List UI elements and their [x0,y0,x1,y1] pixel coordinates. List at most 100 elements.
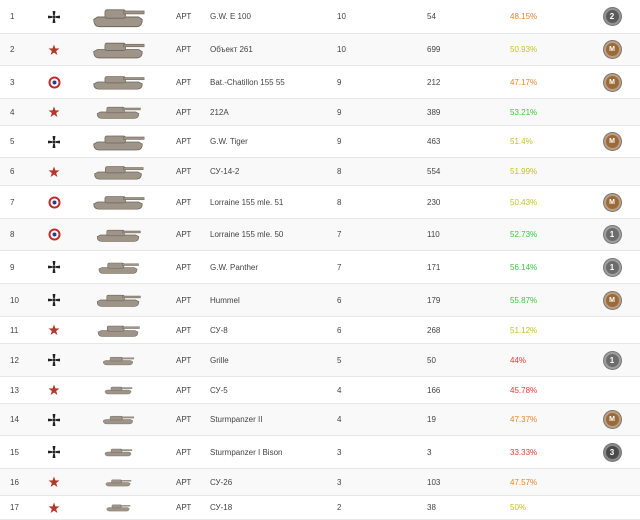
vehicle-tier: 6 [337,295,342,305]
medal-cell: 1 [602,219,622,250]
vehicle-tier: 7 [337,262,342,272]
tank-icon [90,186,146,218]
tank-icon [90,496,146,519]
vehicle-tier: 4 [337,415,342,424]
win-rate: 51.12% [510,325,538,335]
table-row[interactable]: 6 АРТ СУ-14-2 8 554 51.99% [0,158,640,186]
class-medal-icon: 2 [603,8,621,25]
vehicle-name: СУ-14-2 [210,167,240,176]
battles-count: 554 [427,167,441,176]
row-number: 17 [10,503,19,512]
vehicle-class: АРТ [176,167,192,176]
table-row[interactable]: 13 АРТ СУ-5 4 166 45.78% [0,377,640,404]
mastery-badge-icon: M [603,291,621,309]
row-number: 7 [10,197,15,207]
win-rate: 50.43% [510,197,538,207]
table-row[interactable]: 7 АРТ Lorraine 155 mle. 51 8 230 50.43% M [0,186,640,219]
red-star-icon [46,469,62,495]
tank-icon [90,219,146,250]
roundel-icon [46,186,62,218]
table-row[interactable]: 4 АРТ 212A 9 389 53.21% [0,99,640,126]
win-rate: 44% [510,355,527,365]
vehicle-name: СУ-8 [210,325,228,335]
red-star-icon [46,496,62,519]
vehicle-class: АРТ [176,107,192,117]
row-number: 3 [10,77,15,87]
table-row[interactable]: 2 АРТ Объект 261 10 699 50.93% M [0,34,640,66]
vehicle-name: СУ-5 [210,385,228,395]
battles-count: 110 [427,230,440,239]
table-row[interactable]: 8 АРТ Lorraine 155 mle. 50 7 110 52.73% 1 [0,219,640,251]
battles-count: 171 [427,262,441,272]
tank-icon [90,344,146,376]
iron-cross-icon [46,126,62,157]
table-row[interactable]: 11 АРТ СУ-8 6 268 51.12% [0,317,640,344]
battles-count: 38 [427,503,436,512]
iron-cross-icon [46,251,62,283]
mastery-badge-icon: M [603,133,621,150]
roundel-icon [46,219,62,250]
vehicle-tier: 4 [337,385,342,395]
table-row[interactable]: 10 АРТ Hummel 6 179 55.87% M [0,284,640,317]
tank-icon [90,0,146,33]
row-number: 13 [10,385,19,395]
red-star-icon [46,317,62,343]
table-row[interactable]: 5 АРТ G.W. Tiger 9 463 51.4% M [0,126,640,158]
vehicle-name: G.W. E 100 [210,12,251,21]
tank-icon [90,126,146,157]
win-rate: 47.57% [510,477,538,487]
table-row[interactable]: 17 АРТ СУ-18 2 38 50% [0,496,640,520]
battles-count: 268 [427,325,441,335]
battles-count: 389 [427,107,441,117]
table-row[interactable]: 9 АРТ G.W. Panther 7 171 56.14% 1 [0,251,640,284]
tank-icon [90,404,146,435]
row-number: 16 [10,477,19,487]
win-rate: 56.14% [510,262,538,272]
vehicle-name: Sturmpanzer II [210,415,263,424]
win-rate: 48.15% [510,12,538,21]
vehicle-tier: 9 [337,77,342,87]
vehicle-class: АРТ [176,45,192,54]
table-row[interactable]: 3 АРТ Bat.-Chatillon 155 55 9 212 47.17% M [0,66,640,99]
tank-icon [90,469,146,495]
table-row[interactable]: 1 АРТ G.W. E 100 10 54 48.15% 2 [0,0,640,34]
win-rate: 47.17% [510,77,538,87]
row-number: 10 [10,295,19,305]
battles-count: 212 [427,77,441,87]
vehicle-class: АРТ [176,230,192,239]
vehicle-name: СУ-26 [210,477,233,487]
medal-cell: M [602,284,622,316]
tank-icon [90,99,146,125]
tank-icon [90,284,146,316]
vehicle-name: Grille [210,355,229,365]
table-row[interactable]: 16 АРТ СУ-26 3 103 47.57% [0,469,640,496]
tank-icon [90,317,146,343]
vehicle-name: G.W. Tiger [210,137,248,146]
win-rate: 52.73% [510,230,538,239]
vehicle-class: АРТ [176,77,192,87]
medal-cell: M [602,126,622,157]
vehicle-name: Объект 261 [210,45,253,54]
battles-count: 3 [427,447,432,457]
red-star-icon [46,377,62,403]
vehicle-class: АРТ [176,355,192,365]
vehicle-class: АРТ [176,295,192,305]
medal-cell: M [602,66,622,98]
table-row[interactable]: 12 АРТ Grille 5 50 44% 1 [0,344,640,377]
battles-count: 230 [427,197,441,207]
table-row[interactable]: 14 АРТ Sturmpanzer II 4 19 47.37% M [0,404,640,436]
vehicle-class: АРТ [176,415,192,424]
vehicle-class: АРТ [176,447,192,457]
tank-icon [90,251,146,283]
mastery-badge-icon: M [603,41,621,58]
medal-cell: 1 [602,251,622,283]
iron-cross-icon [46,404,62,435]
vehicle-class: АРТ [176,137,192,146]
battles-count: 179 [427,295,441,305]
row-number: 8 [10,230,15,239]
mastery-badge-icon: M [603,411,621,428]
red-star-icon [46,158,62,185]
table-row[interactable]: 15 АРТ Sturmpanzer I Bison 3 3 33.33% 3 [0,436,640,469]
medal-cell: M [602,404,622,435]
medal-cell: M [602,186,622,218]
